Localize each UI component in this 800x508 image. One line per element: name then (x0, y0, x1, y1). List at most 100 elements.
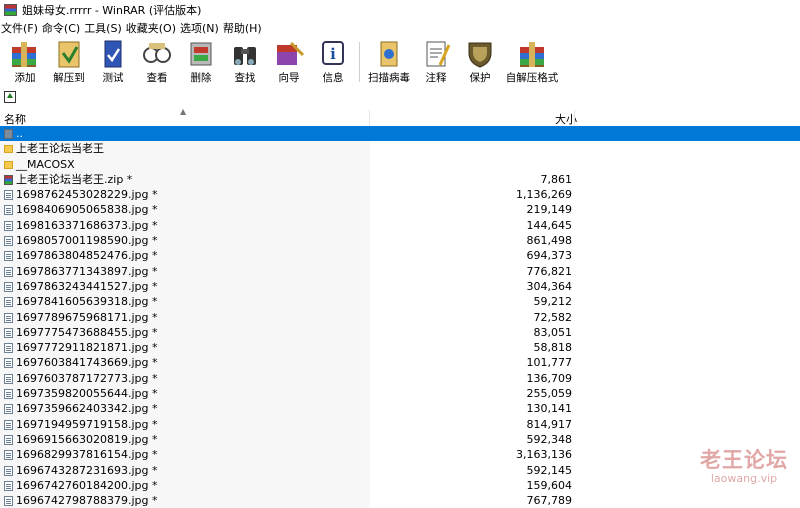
file-row[interactable]: 1697863771343897.jpg * 776,821 (0, 263, 800, 279)
column-divider[interactable] (369, 110, 370, 126)
file-size: 72,582 (533, 310, 573, 324)
file-row[interactable]: 1697359662403342.jpg * 130,141 (0, 401, 800, 417)
file-row[interactable]: 1696743287231693.jpg * 592,145 (0, 462, 800, 478)
menu-options[interactable]: 选项(N) (179, 20, 222, 36)
menu-bar: 文件(F) 命令(C) 工具(S) 收藏夹(O) 选项(N) 帮助(H) (0, 19, 800, 37)
file-row[interactable]: 1697789675968171.jpg * 72,582 (0, 309, 800, 325)
file-row[interactable]: __MACOSX (0, 156, 800, 172)
wizard-button[interactable]: 向导 (267, 38, 311, 86)
file-name: .. (16, 127, 23, 140)
add-label: 添加 (14, 72, 36, 84)
title-bar: 姐妹母女.rrrrr - WinRAR (评估版本) (0, 0, 800, 19)
sfx-button[interactable]: 自解压格式 (502, 38, 562, 86)
file-row[interactable]: 1698163371686373.jpg * 144,645 (0, 217, 800, 234)
image-file-icon (4, 389, 13, 400)
info-button[interactable]: i 信息 (311, 38, 355, 86)
wizard-icon (273, 39, 305, 69)
file-name: 1697359820055644.jpg * (16, 387, 158, 401)
virus-scan-icon (373, 39, 405, 69)
file-row[interactable]: 1698762453028229.jpg * 1,136,269 (0, 187, 800, 203)
file-size: 255,059 (526, 387, 573, 401)
file-size: 767,789 (526, 494, 573, 508)
file-name: 1697359662403342.jpg * (16, 402, 158, 416)
file-name: 上老王论坛当老王.zip * (16, 172, 133, 186)
file-name: 1697772911821871.jpg * (16, 341, 158, 355)
image-file-icon (4, 205, 13, 216)
image-file-icon (4, 343, 13, 354)
file-size: 814,917 (526, 417, 573, 431)
menu-help[interactable]: 帮助(H) (222, 20, 265, 36)
extract-to-button[interactable]: 解压到 (47, 38, 91, 86)
menu-tools[interactable]: 工具(S) (83, 20, 125, 36)
file-size: 219,149 (526, 203, 573, 217)
file-row[interactable]: 1697841605639318.jpg * 59,212 (0, 294, 800, 310)
find-button[interactable]: 查找 (223, 38, 267, 86)
protect-label: 保护 (469, 72, 491, 84)
file-row[interactable]: 上老王论坛当老王.zip * 7,861 (0, 171, 800, 188)
image-file-icon (4, 266, 13, 277)
file-row[interactable]: 上老王论坛当老王 (0, 141, 800, 157)
file-name: 1697789675968171.jpg * (16, 310, 158, 324)
file-size: 83,051 (533, 325, 573, 339)
path-bar (0, 87, 800, 106)
file-name: 1697841605639318.jpg * (16, 295, 158, 309)
file-size: 58,818 (533, 341, 573, 355)
file-size: 861,498 (526, 234, 573, 248)
file-row[interactable]: 1696829937816154.jpg * 3,163,136 (0, 447, 800, 463)
file-row[interactable]: 1697194959719158.jpg * 814,917 (0, 416, 800, 432)
image-file-icon (4, 297, 13, 308)
file-row[interactable]: 1697772911821871.jpg * 58,818 (0, 340, 800, 356)
file-row[interactable]: 1697863243441527.jpg * 304,364 (0, 278, 800, 295)
file-size: 776,821 (526, 264, 573, 278)
image-file-icon (4, 281, 13, 292)
file-name: 1697603841743669.jpg * (16, 356, 158, 370)
file-row[interactable]: 1697603841743669.jpg * 101,777 (0, 355, 800, 371)
image-file-icon (4, 480, 13, 491)
file-row[interactable]: 1697359820055644.jpg * 255,059 (0, 386, 800, 402)
toolbar: 添加 解压到 测试 查看 删除 查找 向导 i 信息 扫描病毒 注释 保护 自解… (0, 38, 800, 86)
file-name: 上老王论坛当老王 (16, 142, 104, 156)
file-size: 144,645 (526, 218, 573, 232)
test-button[interactable]: 测试 (91, 38, 135, 86)
comment-label: 注释 (425, 72, 447, 84)
file-name: __MACOSX (16, 157, 75, 171)
menu-file[interactable]: 文件(F) (0, 20, 41, 36)
file-row[interactable]: 1698406905065838.jpg * 219,149 (0, 202, 800, 218)
file-row[interactable]: 1696915663020819.jpg * 592,348 (0, 431, 800, 448)
column-divider[interactable] (574, 110, 575, 126)
find-icon (229, 39, 261, 69)
zip-archive-icon (4, 174, 13, 185)
file-row[interactable]: .. (0, 126, 800, 142)
menu-commands[interactable]: 命令(C) (41, 20, 83, 36)
virus-scan-button[interactable]: 扫描病毒 (364, 38, 414, 86)
image-file-icon (4, 251, 13, 262)
folder-icon (4, 160, 13, 169)
file-list-header: 名称 ▲ 大小 (0, 107, 800, 127)
file-row[interactable]: 1697603787172773.jpg * 136,709 (0, 370, 800, 387)
file-row[interactable]: 1696742760184200.jpg * 159,604 (0, 477, 800, 494)
protect-icon (464, 39, 496, 69)
add-archive-icon (9, 39, 41, 69)
up-folder-icon[interactable] (4, 90, 16, 103)
folder-icon (4, 145, 13, 154)
image-file-icon (4, 190, 13, 201)
file-row[interactable]: 1696742798788379.jpg * 767,789 (0, 493, 800, 508)
extract-to-icon (53, 39, 85, 69)
view-button[interactable]: 查看 (135, 38, 179, 86)
wizard-label: 向导 (278, 72, 300, 84)
image-file-icon (4, 434, 13, 445)
file-name: 1696742798788379.jpg * (16, 494, 158, 508)
delete-button[interactable]: 删除 (179, 38, 223, 86)
menu-favorites[interactable]: 收藏夹(O) (125, 20, 179, 36)
file-size: 59,212 (533, 295, 573, 309)
file-size: 304,364 (526, 279, 573, 293)
column-name-header[interactable]: 名称 (4, 111, 26, 127)
add-button[interactable]: 添加 (3, 38, 47, 86)
file-name: 1697863243441527.jpg * (16, 279, 158, 293)
protect-button[interactable]: 保护 (458, 38, 502, 86)
file-name: 1696743287231693.jpg * (16, 463, 158, 477)
file-row[interactable]: 1697775473688455.jpg * 83,051 (0, 324, 800, 341)
file-row[interactable]: 1698057001198590.jpg * 861,498 (0, 233, 800, 249)
comment-button[interactable]: 注释 (414, 38, 458, 86)
file-row[interactable]: 1697863804852476.jpg * 694,373 (0, 248, 800, 264)
